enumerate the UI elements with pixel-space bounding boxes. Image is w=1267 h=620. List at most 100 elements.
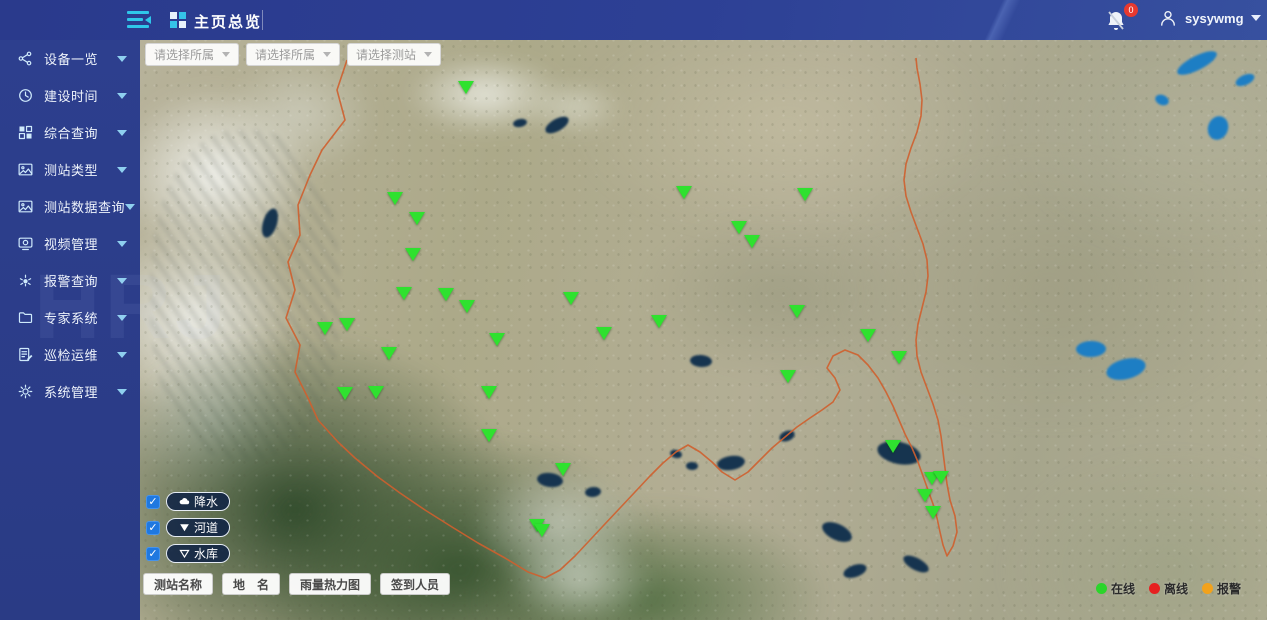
layer-label: 降水 [194, 493, 218, 510]
notification-badge: 0 [1124, 3, 1138, 17]
share-icon [17, 50, 34, 67]
sidebar-item-label: 视频管理 [44, 234, 98, 253]
station-marker[interactable] [405, 248, 421, 261]
station-marker[interactable] [933, 471, 949, 484]
sidebar-item-label: 报警查询 [44, 271, 98, 290]
station-marker[interactable] [555, 463, 571, 476]
region-boundary-line [140, 40, 1267, 620]
legend-item: 离线 [1149, 580, 1188, 597]
station-marker[interactable] [534, 524, 550, 537]
map-button-4[interactable]: 签到人员 [380, 573, 450, 595]
filter-select-2[interactable]: 请选择所属 [246, 43, 340, 66]
map-button-bar: 测站名称地 名雨量热力图签到人员 [143, 573, 450, 595]
sidebar-item-10[interactable]: 系统管理 [0, 373, 140, 410]
sidebar-item-5[interactable]: 测站数据查询 [0, 188, 140, 225]
status-legend: 在线离线报警 [1096, 580, 1241, 597]
chevron-down-icon [117, 315, 127, 321]
station-marker[interactable] [563, 292, 579, 305]
legend-dot [1096, 583, 1107, 594]
station-marker[interactable] [925, 506, 941, 519]
filter-bar: 请选择所属请选择所属 请选择测站 [145, 43, 441, 66]
sidebar-item-2[interactable]: 建设时间 [0, 77, 140, 114]
layer-pill[interactable]: 水库 [166, 544, 230, 563]
station-marker[interactable] [339, 318, 355, 331]
station-marker[interactable] [676, 186, 692, 199]
chevron-down-icon [117, 352, 127, 358]
station-marker[interactable] [409, 212, 425, 225]
triangle-down-outline-icon [178, 547, 191, 560]
map-button-3[interactable]: 雨量热力图 [289, 573, 371, 595]
station-marker[interactable] [891, 351, 907, 364]
layer-pill[interactable]: 河道 [166, 518, 230, 537]
layer-pill[interactable]: 降水 [166, 492, 230, 511]
layer-checkbox[interactable]: ✓ [146, 547, 160, 561]
map-button-1[interactable]: 测站名称 [143, 573, 213, 595]
chevron-down-icon [117, 241, 127, 247]
station-marker[interactable] [458, 81, 474, 94]
sidebar-item-label: 设备一览 [44, 49, 98, 68]
user-icon [1158, 8, 1178, 28]
station-marker[interactable] [731, 221, 747, 234]
layer-row-1: ✓ 降水 [146, 492, 230, 511]
station-marker[interactable] [438, 288, 454, 301]
station-marker[interactable] [651, 315, 667, 328]
station-marker[interactable] [489, 333, 505, 346]
sidebar-item-9[interactable]: 巡检运维 [0, 336, 140, 373]
sidebar-item-label: 系统管理 [44, 382, 98, 401]
station-marker[interactable] [780, 370, 796, 383]
map-canvas[interactable]: 请选择所属请选择所属 请选择测站 ✓ 降水 ✓ 河道 ✓ 水库 测站名称地 名雨量热力图签到… [140, 40, 1267, 620]
hamburger-menu-icon[interactable] [127, 11, 151, 29]
station-marker[interactable] [744, 235, 760, 248]
layer-label: 水库 [194, 545, 218, 562]
filter-placeholder: 请选择所属 [255, 46, 315, 63]
chevron-down-icon [424, 52, 432, 57]
legend-label: 离线 [1164, 580, 1188, 597]
station-marker[interactable] [860, 329, 876, 342]
station-marker[interactable] [481, 386, 497, 399]
sidebar-item-7[interactable]: 报警查询 [0, 262, 140, 299]
sidebar-item-8[interactable]: 专家系统 [0, 299, 140, 336]
username: sysywmg [1185, 11, 1244, 26]
sidebar-item-label: 测站类型 [44, 160, 98, 179]
station-marker[interactable] [337, 387, 353, 400]
sidebar-item-4[interactable]: 测站类型 [0, 151, 140, 188]
user-menu[interactable]: sysywmg [1158, 8, 1261, 28]
sidebar-item-3[interactable]: 综合查询 [0, 114, 140, 151]
station-marker[interactable] [797, 188, 813, 201]
station-marker[interactable] [596, 327, 612, 340]
sidebar-item-label: 巡检运维 [44, 345, 98, 364]
layer-checkbox[interactable]: ✓ [146, 495, 160, 509]
map-button-2[interactable]: 地 名 [222, 573, 280, 595]
filter-select-1[interactable]: 请选择所属 [145, 43, 239, 66]
sidebar-item-6[interactable]: 视频管理 [0, 225, 140, 262]
station-marker[interactable] [368, 386, 384, 399]
chevron-down-icon [117, 278, 127, 284]
chevron-down-icon [222, 52, 230, 57]
header-divider [262, 10, 263, 30]
alarm-icon [17, 272, 34, 289]
sidebar-item-1[interactable]: 设备一览 [0, 40, 140, 77]
filter-select-3[interactable]: 请选择测站 [347, 43, 441, 66]
triangle-down-filled-icon [178, 521, 191, 534]
folder-icon [17, 309, 34, 326]
legend-item: 在线 [1096, 580, 1135, 597]
station-marker[interactable] [885, 440, 901, 453]
station-marker[interactable] [459, 300, 475, 313]
chevron-down-icon [117, 56, 127, 62]
station-marker[interactable] [789, 305, 805, 318]
station-marker[interactable] [381, 347, 397, 360]
notification-bell-icon[interactable]: 0 [1104, 6, 1134, 36]
clock-icon [17, 87, 34, 104]
station-marker[interactable] [481, 429, 497, 442]
station-image-icon [17, 161, 34, 178]
layer-checkbox[interactable]: ✓ [146, 521, 160, 535]
station-marker[interactable] [317, 322, 333, 335]
grid-icon [17, 124, 34, 141]
chevron-down-icon [117, 130, 127, 136]
sidebar: 设备一览建设时间综合查询测站类型测站数据查询视频管理报警查询专家系统巡检运维系统… [0, 40, 140, 620]
sidebar-item-label: 测站数据查询 [44, 197, 125, 216]
station-marker[interactable] [917, 489, 933, 502]
gear-icon [17, 383, 34, 400]
station-marker[interactable] [387, 192, 403, 205]
station-marker[interactable] [396, 287, 412, 300]
